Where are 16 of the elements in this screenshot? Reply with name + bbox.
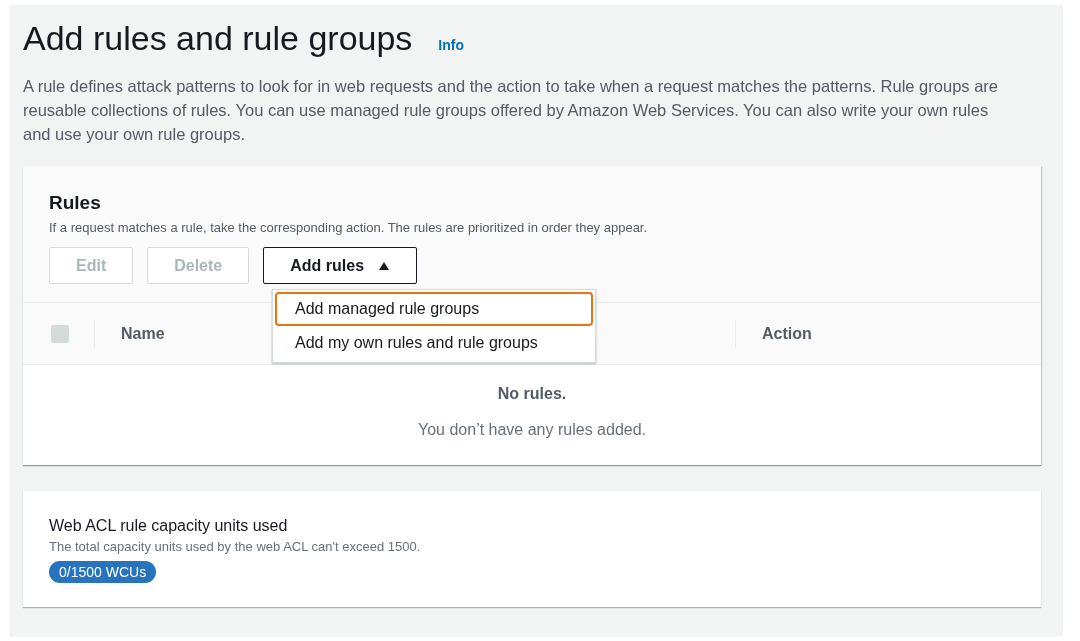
page-description: A rule defines attack patterns to look for in web requests and the action to take when a request matches the patterns. Rule groups are reusable collections of rules. You can use managed rule groups offered by Amazon Web Services. You can also write your own rules and use your own rule groups. [23, 76, 999, 145]
capacity-title: Web ACL rule capacity units used [49, 517, 289, 535]
panel-title: Rules [49, 192, 102, 214]
column-header: Name [121, 324, 165, 342]
menu-item[interactable]: Add my own rules and rule groups [275, 326, 593, 360]
capacity-description: The total capacity units used by the web ACL can't exceed 1500. [49, 539, 422, 554]
menu-item[interactable]: Add managed rule groups [275, 292, 593, 326]
caret-icon [378, 260, 391, 271]
column-header: Action [762, 324, 812, 343]
page-title: Add rules and rule groups [23, 19, 413, 58]
empty-title: No rules. [497, 385, 567, 403]
capacity-badge: 0/1500 WCUs [49, 561, 157, 583]
empty-message: You don’t have any rules added. [418, 421, 646, 439]
panel-description: If a request matches a rule, take the corresponding action. The rules are prioritized in order they appear. [49, 220, 649, 235]
add-rules-button[interactable]: Add rules [263, 247, 418, 284]
info-link[interactable]: Info [438, 37, 464, 53]
